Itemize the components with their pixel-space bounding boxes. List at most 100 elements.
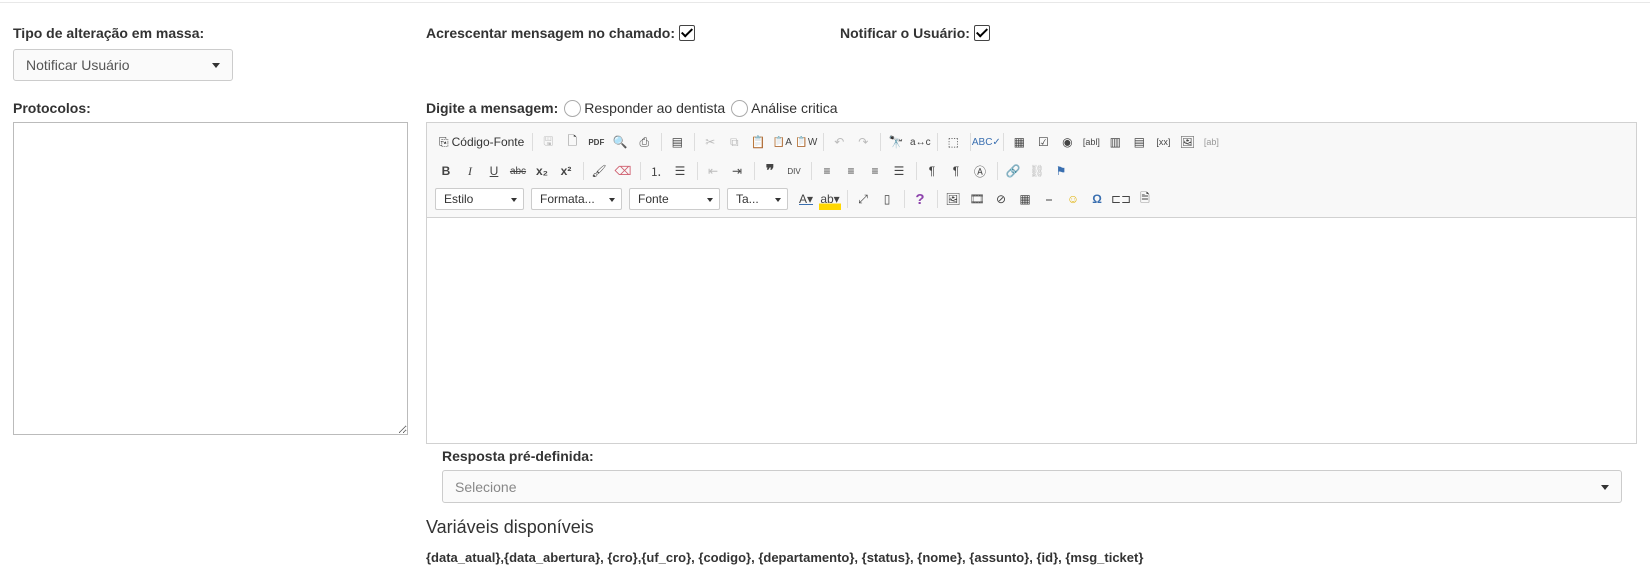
bulleted-list-icon[interactable]: ☰: [669, 160, 691, 182]
tipo-select[interactable]: Notificar Usuário: [13, 49, 233, 81]
remove-format-icon[interactable]: ⌫: [612, 160, 634, 182]
show-blocks-icon[interactable]: ▯: [876, 188, 898, 210]
font-combo-label: Fonte: [638, 192, 669, 206]
acrescentar-row: Acrescentar mensagem no chamado:: [426, 25, 695, 41]
horizontal-line-icon[interactable]: ⎯: [1038, 188, 1060, 210]
flash-icon[interactable]: 🎞: [966, 188, 988, 210]
hiddenfield-icon[interactable]: [ab]: [1200, 131, 1222, 153]
resposta-select[interactable]: Selecione: [442, 470, 1622, 503]
placeholder-icon[interactable]: 🗎: [1134, 188, 1156, 210]
protocolos-label: Protocolos:: [13, 100, 91, 116]
find-icon[interactable]: 🔭: [885, 131, 907, 153]
radio-analise[interactable]: [731, 100, 749, 117]
size-combo[interactable]: Ta...: [727, 188, 788, 210]
tipo-select-value: Notificar Usuário: [26, 57, 130, 73]
format-combo-label: Formata...: [540, 192, 595, 206]
table-icon[interactable]: ▦: [1014, 188, 1036, 210]
font-combo[interactable]: Fonte: [629, 188, 720, 210]
anchor-icon[interactable]: ⚑: [1050, 160, 1072, 182]
toolbar-row-2: B I U abc x₂ x² 🖌 ⌫ ⒈ ☰ ⇤ ⇥ ❞ DIV ≡ ≡ ≡ …: [435, 159, 1074, 183]
templates-icon[interactable]: ▤: [666, 131, 688, 153]
replace-icon[interactable]: a↔c: [909, 131, 931, 153]
variables-list: {data_atual},{data_abertura}, {cro},{uf_…: [426, 550, 1144, 565]
subscript-icon[interactable]: x₂: [531, 160, 553, 182]
cut-icon[interactable]: ✂: [699, 131, 721, 153]
paste-text-icon[interactable]: 📋A: [771, 131, 793, 153]
resposta-label: Resposta pré-definida:: [442, 448, 594, 464]
unlink-icon[interactable]: ⛓: [1026, 160, 1048, 182]
radio-responder[interactable]: [564, 100, 582, 117]
textarea-icon[interactable]: ▥: [1104, 131, 1126, 153]
radio-icon[interactable]: ◉: [1056, 131, 1078, 153]
bold-icon[interactable]: B: [435, 160, 457, 182]
message-row: Digite a mensagem: Responder ao dentista A…: [426, 100, 838, 117]
indent-icon[interactable]: ⇥: [726, 160, 748, 182]
outdent-icon[interactable]: ⇤: [702, 160, 724, 182]
preview-icon[interactable]: 🔍: [609, 131, 631, 153]
language-icon[interactable]: Ⓐ: [969, 160, 991, 182]
superscript-icon[interactable]: x²: [555, 160, 577, 182]
underline-icon[interactable]: U: [483, 160, 505, 182]
print-icon[interactable]: ⎙: [633, 131, 655, 153]
spellcheck-icon[interactable]: ABC✓: [972, 131, 1001, 153]
acrescentar-label: Acrescentar mensagem no chamado:: [426, 25, 675, 41]
toolbar-row-3: Estilo Formata... Fonte Ta... A▾ ab▾ ⤢ ▯…: [435, 187, 1158, 211]
new-page-icon[interactable]: 🗋: [561, 131, 583, 153]
paste-icon[interactable]: 📋: [747, 131, 769, 153]
notificar-label: Notificar o Usuário:: [840, 25, 970, 41]
chevron-down-icon: [1601, 484, 1609, 490]
select-icon[interactable]: ▤: [1128, 131, 1150, 153]
align-right-icon[interactable]: ≡: [864, 160, 886, 182]
numbered-list-icon[interactable]: ⒈: [645, 160, 667, 182]
special-char-icon[interactable]: Ω: [1086, 188, 1108, 210]
smiley-icon[interactable]: ☺: [1062, 188, 1084, 210]
align-center-icon[interactable]: ≡: [840, 160, 862, 182]
select-all-icon[interactable]: ⬚: [942, 131, 964, 153]
redo-icon[interactable]: ↷: [852, 131, 874, 153]
source-button[interactable]: ⎘ Código-Fonte: [435, 131, 528, 153]
toolbar-row-1: ⎘ Código-Fonte 🖫 🗋 PDF 🔍 ⎙ ▤ ✂ ⧉ 📋 📋A 📋W …: [435, 130, 1224, 154]
protocolos-textarea[interactable]: [13, 122, 408, 435]
checkbox-icon[interactable]: ☑: [1032, 131, 1054, 153]
image-icon[interactable]: 🖼: [942, 188, 964, 210]
style-combo-label: Estilo: [444, 192, 474, 206]
page-break-icon[interactable]: ⊏⊐: [1110, 188, 1132, 210]
format-combo[interactable]: Formata...: [531, 188, 622, 210]
acrescentar-checkbox[interactable]: [678, 25, 695, 41]
editor-toolbar: ⎘ Código-Fonte 🖫 🗋 PDF 🔍 ⎙ ▤ ✂ ⧉ 📋 📋A 📋W …: [427, 123, 1636, 218]
form-icon[interactable]: ▦: [1008, 131, 1030, 153]
editor-content-area[interactable]: [427, 218, 1636, 443]
style-combo[interactable]: Estilo: [435, 188, 524, 210]
resposta-select-value: Selecione: [455, 478, 517, 495]
tipo-label: Tipo de alteração em massa:: [13, 25, 205, 41]
message-label: Digite a mensagem:: [426, 100, 559, 116]
copy-icon[interactable]: ⧉: [723, 131, 745, 153]
ltr-icon[interactable]: ¶: [921, 160, 943, 182]
iframe-icon[interactable]: ⊘: [990, 188, 1012, 210]
button-icon[interactable]: [xx]: [1152, 131, 1174, 153]
textfield-icon[interactable]: [abl]: [1080, 131, 1102, 153]
align-left-icon[interactable]: ≡: [816, 160, 838, 182]
strike-icon[interactable]: abc: [507, 160, 529, 182]
div-icon[interactable]: DIV: [783, 160, 805, 182]
maximize-icon[interactable]: ⤢: [852, 188, 874, 210]
notificar-checkbox[interactable]: [973, 25, 990, 41]
justify-icon[interactable]: ☰: [888, 160, 910, 182]
save-icon[interactable]: 🖫: [537, 131, 559, 153]
chevron-down-icon: [212, 63, 220, 68]
paste-word-icon[interactable]: 📋W: [795, 131, 817, 153]
copy-format-icon[interactable]: 🖌: [588, 160, 610, 182]
rtl-icon[interactable]: ¶: [945, 160, 967, 182]
text-color-icon[interactable]: A▾: [795, 188, 817, 210]
notificar-row: Notificar o Usuário:: [840, 25, 990, 41]
link-icon[interactable]: 🔗: [1002, 160, 1024, 182]
pdf-icon[interactable]: PDF: [585, 131, 607, 153]
top-divider: [0, 2, 1650, 3]
italic-icon[interactable]: I: [459, 160, 481, 182]
bg-color-icon[interactable]: ab▾: [819, 188, 841, 210]
undo-icon[interactable]: ↶: [828, 131, 850, 153]
variables-title: Variáveis disponíveis: [426, 517, 594, 537]
blockquote-icon[interactable]: ❞: [759, 160, 781, 182]
imagebutton-icon[interactable]: 🖼: [1176, 131, 1198, 153]
about-icon[interactable]: ?: [909, 188, 931, 210]
